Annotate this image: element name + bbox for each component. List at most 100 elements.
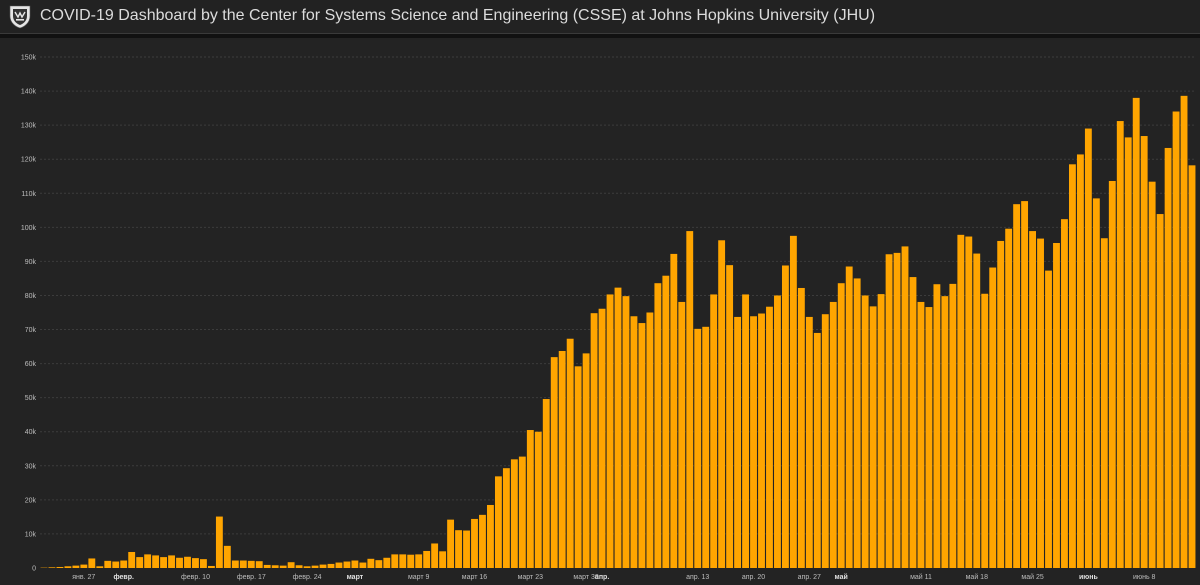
bar[interactable]	[80, 564, 88, 568]
bar[interactable]	[718, 240, 726, 568]
bar[interactable]	[518, 456, 526, 568]
bar[interactable]	[805, 316, 813, 568]
bar[interactable]	[901, 246, 909, 568]
bar[interactable]	[423, 550, 431, 568]
bar[interactable]	[726, 265, 734, 568]
bar[interactable]	[590, 313, 598, 568]
bar[interactable]	[702, 326, 710, 568]
bar[interactable]	[606, 294, 614, 568]
bar[interactable]	[1180, 95, 1188, 568]
bar[interactable]	[415, 554, 423, 568]
bar[interactable]	[997, 240, 1005, 568]
bar[interactable]	[1092, 198, 1100, 568]
bar[interactable]	[1029, 231, 1036, 568]
bar[interactable]	[542, 399, 550, 568]
bar[interactable]	[1005, 228, 1013, 568]
bar[interactable]	[574, 366, 582, 568]
bar[interactable]	[1084, 128, 1092, 568]
bar[interactable]	[957, 234, 965, 568]
bar[interactable]	[622, 296, 630, 568]
bar[interactable]	[335, 562, 343, 568]
bar[interactable]	[327, 563, 335, 568]
bar[interactable]	[710, 294, 718, 568]
bar[interactable]	[1021, 201, 1029, 568]
bar[interactable]	[447, 519, 455, 568]
bar[interactable]	[455, 530, 462, 568]
bar[interactable]	[1061, 219, 1068, 568]
bar[interactable]	[223, 545, 231, 568]
bar[interactable]	[104, 560, 112, 568]
bar[interactable]	[909, 277, 917, 568]
bar[interactable]	[120, 560, 128, 568]
bar[interactable]	[383, 557, 391, 568]
bar[interactable]	[176, 557, 183, 568]
bar[interactable]	[550, 357, 558, 568]
bar[interactable]	[215, 516, 223, 568]
bar[interactable]	[877, 294, 885, 568]
bar[interactable]	[582, 353, 590, 568]
bar[interactable]	[1076, 154, 1084, 568]
bar[interactable]	[1116, 121, 1124, 569]
bar[interactable]	[526, 430, 534, 568]
bar[interactable]	[247, 560, 255, 568]
bar[interactable]	[1108, 181, 1116, 568]
bar[interactable]	[471, 518, 478, 568]
bar[interactable]	[1140, 136, 1148, 568]
bar[interactable]	[391, 554, 399, 568]
bar[interactable]	[263, 564, 271, 568]
bar[interactable]	[845, 266, 853, 568]
bar[interactable]	[973, 253, 981, 568]
bar[interactable]	[885, 254, 893, 568]
bar[interactable]	[152, 555, 160, 568]
bar[interactable]	[1069, 164, 1076, 568]
bar[interactable]	[128, 551, 136, 568]
bar[interactable]	[933, 284, 941, 568]
bar[interactable]	[287, 562, 295, 568]
bar[interactable]	[431, 543, 439, 568]
bar[interactable]	[1164, 147, 1172, 568]
bar[interactable]	[566, 338, 574, 568]
bar[interactable]	[989, 267, 997, 568]
bar[interactable]	[774, 295, 781, 568]
bar[interactable]	[1188, 165, 1196, 568]
bar[interactable]	[534, 431, 542, 568]
bar[interactable]	[630, 316, 638, 568]
bar[interactable]	[399, 554, 407, 568]
bar[interactable]	[64, 566, 72, 568]
bar[interactable]	[487, 504, 494, 568]
bar[interactable]	[1172, 111, 1180, 568]
bar[interactable]	[502, 468, 510, 568]
bar[interactable]	[136, 557, 144, 568]
bar[interactable]	[112, 561, 120, 568]
bar[interactable]	[439, 551, 447, 568]
bar[interactable]	[662, 275, 670, 568]
bar[interactable]	[742, 294, 749, 568]
bar[interactable]	[965, 236, 973, 568]
bar[interactable]	[821, 314, 829, 568]
bar[interactable]	[207, 565, 215, 568]
bar[interactable]	[1037, 238, 1044, 568]
bar[interactable]	[1124, 137, 1132, 568]
bar[interactable]	[893, 252, 901, 568]
bar[interactable]	[96, 566, 104, 568]
bar[interactable]	[869, 306, 877, 568]
bar[interactable]	[789, 235, 797, 568]
bar[interactable]	[686, 231, 694, 568]
bar[interactable]	[144, 554, 152, 568]
bar[interactable]	[1013, 204, 1021, 569]
bar[interactable]	[766, 306, 773, 568]
bar[interactable]	[72, 565, 80, 568]
bar[interactable]	[797, 287, 805, 568]
bar[interactable]	[311, 565, 319, 568]
bar[interactable]	[367, 558, 375, 568]
bar[interactable]	[734, 316, 742, 568]
bar[interactable]	[375, 560, 383, 568]
bar[interactable]	[48, 567, 56, 568]
bar[interactable]	[1156, 214, 1164, 569]
bar[interactable]	[558, 351, 566, 568]
bar[interactable]	[758, 313, 765, 568]
bar[interactable]	[351, 560, 359, 568]
bar[interactable]	[1148, 181, 1156, 568]
bar[interactable]	[917, 301, 925, 568]
bar[interactable]	[168, 555, 175, 568]
